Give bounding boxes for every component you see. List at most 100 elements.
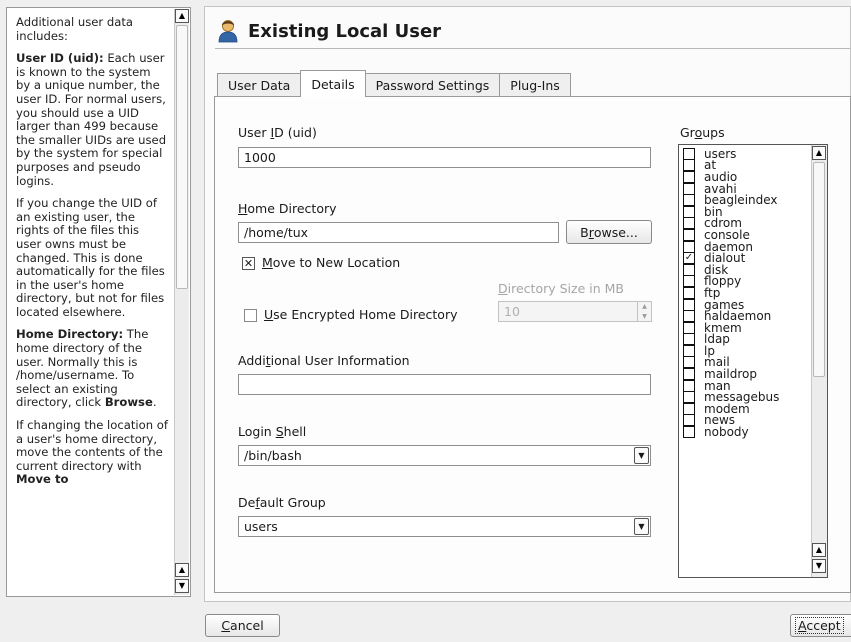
help-move-bold: Move to (16, 472, 69, 487)
group-checkbox[interactable] (683, 205, 695, 218)
group-checkbox[interactable] (683, 356, 695, 369)
browse-label-pre: B (580, 224, 589, 240)
group-checkbox[interactable]: ✓ (683, 252, 695, 265)
group-checkbox[interactable] (683, 344, 695, 357)
group-checkbox[interactable] (683, 217, 695, 230)
groups-scrollbar[interactable]: ▲ ▲ ▼ (811, 145, 827, 577)
group-checkbox[interactable] (683, 147, 695, 160)
group-item[interactable]: floppy (683, 274, 779, 288)
tab-details[interactable]: Details (300, 70, 366, 97)
scroll-up-arrow-icon[interactable]: ▲ (175, 563, 189, 577)
additional-info-input[interactable] (238, 374, 651, 395)
help-home-heading: Home Directory: (16, 327, 124, 342)
shell-label-post: hell (283, 424, 307, 439)
group-checkbox[interactable] (683, 286, 695, 299)
group-checkbox[interactable] (683, 263, 695, 276)
spinbox-arrows[interactable]: ▲ ▼ (637, 302, 651, 321)
help-scroll-thumb[interactable] (176, 25, 188, 289)
tab-user-data[interactable]: User Data (217, 73, 302, 97)
default-group-combobox[interactable]: users ▼ (238, 516, 651, 537)
group-checkbox[interactable] (683, 298, 695, 311)
groups-scroll-thumb[interactable] (813, 162, 825, 377)
encrypted-label-post: se Encrypted Home Directory (273, 307, 458, 322)
dirsize-label-post: irectory Size in MB (507, 281, 624, 296)
accept-label-post: ccept (806, 618, 841, 633)
groups-label: Groups (680, 125, 725, 140)
uid-label-pre: User (238, 125, 271, 140)
group-item[interactable]: kmem (683, 321, 779, 335)
group-checkbox[interactable] (683, 170, 695, 183)
group-label-post: ault Group (259, 495, 326, 510)
tab-plug-ins[interactable]: Plug-Ins (499, 73, 571, 97)
home-directory-input[interactable]: /home/tux (238, 222, 559, 243)
additional-info-label: Additional User Information (238, 353, 410, 368)
help-scrollbar[interactable]: ▲ ▲ ▼ (174, 9, 189, 595)
home-directory-value: /home/tux (244, 225, 309, 240)
accept-focus-ring: Accept (795, 617, 844, 634)
group-checkbox[interactable] (683, 240, 695, 253)
group-item[interactable]: ✓ dialout (683, 251, 779, 265)
group-checkbox[interactable] (683, 321, 695, 334)
encrypted-home-label[interactable]: Use Encrypted Home Directory (264, 307, 458, 322)
group-checkbox[interactable] (683, 333, 695, 346)
spin-down-icon[interactable]: ▼ (638, 312, 651, 322)
move-to-new-location-checkbox[interactable]: ✕ (242, 257, 255, 270)
cancel-button[interactable]: Cancel (205, 614, 280, 637)
title-row: Existing Local User (218, 17, 441, 45)
group-checkbox[interactable] (683, 194, 695, 207)
uid-input[interactable]: 1000 (238, 147, 651, 168)
group-item[interactable]: lp (683, 344, 779, 358)
group-checkbox[interactable] (683, 275, 695, 288)
scroll-up-arrow-icon[interactable]: ▲ (812, 543, 826, 557)
group-checkbox[interactable] (683, 182, 695, 195)
browse-button[interactable]: Br owse... (566, 220, 652, 244)
help-panel[interactable]: Additional user data includes: User ID (… (6, 7, 191, 597)
tab-password-settings[interactable]: Password Settings (364, 73, 501, 97)
help-move-text: If changing the location of a user's hom… (16, 418, 168, 473)
chevron-down-icon[interactable]: ▼ (634, 447, 649, 464)
scroll-up-arrow-icon[interactable]: ▲ (175, 9, 189, 23)
group-checkbox[interactable] (683, 379, 695, 392)
groups-label-post: ups (702, 125, 725, 140)
groups-list[interactable]: users at audio avahi beagleindex bin cdrom cons… (678, 144, 828, 578)
move-to-new-location-label[interactable]: Move to New Location (262, 255, 400, 270)
group-checkbox[interactable] (683, 310, 695, 323)
group-checkbox[interactable] (683, 426, 695, 439)
scroll-up-arrow-icon[interactable]: ▲ (812, 146, 826, 160)
group-item[interactable]: nobody (683, 425, 779, 439)
group-checkbox[interactable] (683, 228, 695, 241)
cancel-label-mnemonic: C (221, 618, 231, 633)
groups-label-pre: Gr (680, 125, 695, 140)
group-checkbox[interactable] (683, 402, 695, 415)
help-uid-heading: User ID (uid): (16, 51, 104, 66)
group-checkbox[interactable] (683, 414, 695, 427)
help-home-end: . (152, 395, 157, 410)
accept-button[interactable]: Accept (790, 614, 851, 637)
login-shell-combobox[interactable]: /bin/bash ▼ (238, 445, 651, 466)
directory-size-label: Directory Size in MB (498, 281, 624, 296)
group-item[interactable]: beagleindex (683, 193, 779, 207)
addinfo-label-pre: Addi (238, 353, 266, 368)
group-item[interactable]: ldap (683, 332, 779, 346)
page-title: Existing Local User (248, 20, 442, 42)
default-group-value: users (244, 519, 278, 534)
help-move-paragraph: If changing the location of a user's hom… (16, 418, 168, 487)
group-label-pre: De (238, 495, 256, 510)
group-item[interactable]: maildrop (683, 367, 779, 381)
chevron-down-icon[interactable]: ▼ (634, 518, 649, 535)
group-checkbox[interactable] (683, 368, 695, 381)
spin-up-icon[interactable]: ▲ (638, 302, 651, 312)
shell-label-pre: Login (238, 424, 276, 439)
group-checkbox[interactable] (683, 391, 695, 404)
home-directory-label: Home Directory (238, 201, 337, 216)
group-item[interactable]: users (683, 147, 779, 161)
browse-label-post: owse... (593, 224, 638, 240)
directory-size-spinbox[interactable]: 10 ▲ ▼ (498, 301, 652, 322)
directory-size-value: 10 (504, 304, 520, 319)
scroll-down-arrow-icon[interactable]: ▼ (812, 559, 826, 573)
help-uid-change-paragraph: If you change the UID of an existing use… (16, 196, 165, 319)
groups-items: users at audio avahi beagleindex bin cdrom cons… (683, 147, 779, 439)
encrypted-home-checkbox[interactable] (244, 309, 257, 322)
group-checkbox[interactable] (683, 159, 695, 172)
scroll-down-arrow-icon[interactable]: ▼ (175, 579, 189, 593)
